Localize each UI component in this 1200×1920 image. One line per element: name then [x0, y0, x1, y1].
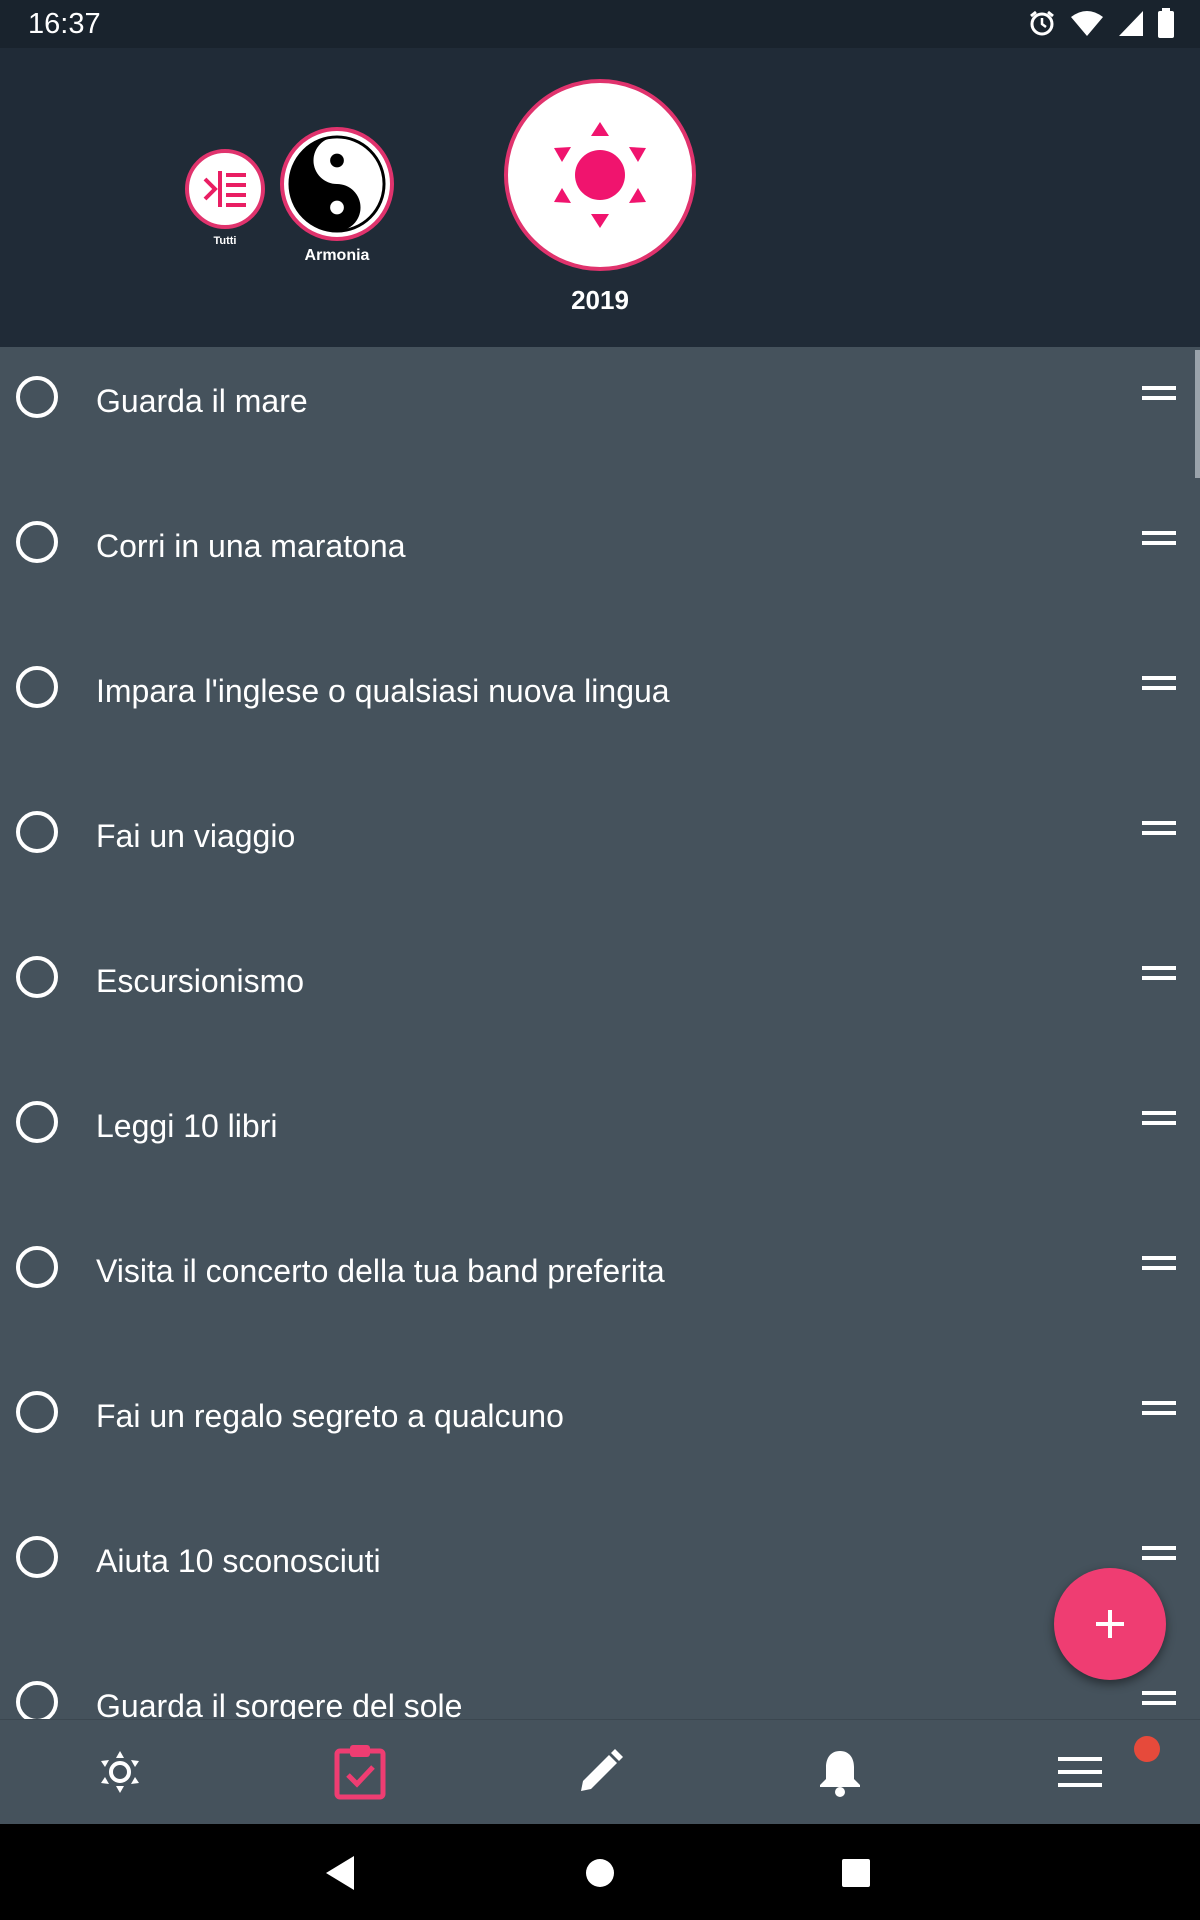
add-task-button[interactable] [1054, 1568, 1166, 1680]
nav-edit[interactable] [570, 1742, 630, 1802]
system-nav-bar [0, 1824, 1200, 1920]
task-list[interactable]: Guarda il mare Corri in una maratona Imp… [0, 347, 1200, 1719]
task-title: Fai un regalo segreto a qualcuno [96, 1398, 564, 1434]
task-row[interactable]: Guarda il sorgere del sole [0, 1652, 1200, 1719]
bell-icon [820, 1751, 860, 1797]
nav-reminders[interactable] [810, 1742, 870, 1802]
category-tutti-circle [185, 149, 265, 229]
battery-icon [1158, 8, 1174, 38]
task-row[interactable]: Aiuta 10 sconosciuti [0, 1507, 1200, 1652]
plus-icon [1096, 1610, 1124, 1638]
task-title: Aiuta 10 sconosciuti [96, 1543, 381, 1579]
task-title: Impara l'inglese o qualsiasi nuova lingu… [96, 673, 670, 709]
task-checkbox[interactable] [16, 376, 58, 418]
task-checkbox[interactable] [16, 666, 58, 708]
sun-icon [554, 122, 646, 228]
task-title: Escursionismo [96, 963, 305, 999]
drag-handle-icon[interactable] [1142, 966, 1176, 982]
task-checkbox[interactable] [16, 1246, 58, 1288]
task-row[interactable]: Visita il concerto della tua band prefer… [0, 1217, 1200, 1362]
nav-goals[interactable] [90, 1742, 150, 1802]
notification-badge [1134, 1736, 1160, 1762]
category-2019-label: 2019 [571, 285, 629, 315]
status-bar: 16:37 [0, 0, 1200, 48]
task-checkbox[interactable] [16, 1681, 58, 1719]
task-row[interactable]: Guarda il mare [0, 347, 1200, 492]
recents-icon[interactable] [842, 1859, 870, 1887]
task-title: Guarda il sorgere del sole [96, 1688, 463, 1719]
category-tutti[interactable]: Tutti [185, 149, 265, 247]
task-checkbox[interactable] [16, 811, 58, 853]
task-title: Visita il concerto della tua band prefer… [96, 1253, 665, 1289]
task-checkbox[interactable] [16, 1536, 58, 1578]
nav-tasks[interactable] [330, 1742, 390, 1802]
nav-menu[interactable] [1050, 1742, 1110, 1802]
task-row[interactable]: Fai un viaggio [0, 782, 1200, 927]
sun-gear-icon [101, 1751, 139, 1793]
drag-handle-icon[interactable] [1142, 821, 1176, 837]
task-title: Corri in una maratona [96, 528, 406, 564]
category-armonia-label: Armonia [304, 247, 370, 264]
drag-handle-icon[interactable] [1142, 1401, 1176, 1417]
back-icon[interactable] [326, 1856, 356, 1890]
wifi-icon [1071, 11, 1103, 36]
category-2019-circle [504, 79, 696, 271]
task-row[interactable]: Escursionismo [0, 927, 1200, 1072]
task-title: Fai un viaggio [96, 818, 296, 854]
task-row[interactable]: Corri in una maratona [0, 492, 1200, 637]
status-icons [1028, 8, 1174, 38]
pencil-icon [581, 1749, 623, 1791]
task-row[interactable]: Fai un regalo segreto a qualcuno [0, 1362, 1200, 1507]
task-checkbox[interactable] [16, 521, 58, 563]
home-icon[interactable] [585, 1858, 615, 1888]
task-checkbox[interactable] [16, 1391, 58, 1433]
drag-handle-icon[interactable] [1142, 1111, 1176, 1127]
bottom-nav [0, 1719, 1200, 1825]
task-checkbox[interactable] [16, 956, 58, 998]
alarm-icon [1030, 10, 1054, 36]
category-header: Tutti Armonia 2019 [0, 48, 1200, 347]
drag-handle-icon[interactable] [1142, 676, 1176, 692]
scrollbar[interactable] [1195, 350, 1200, 478]
drag-handle-icon[interactable] [1142, 1691, 1176, 1707]
yin-yang-icon [288, 135, 386, 233]
category-armonia-circle [280, 127, 394, 241]
signal-icon [1119, 11, 1143, 36]
task-checkbox[interactable] [16, 1101, 58, 1143]
category-tutti-label: Tutti [213, 235, 237, 247]
drag-handle-icon[interactable] [1142, 531, 1176, 547]
drag-handle-icon[interactable] [1142, 1546, 1176, 1562]
list-indent-icon [203, 171, 246, 207]
drag-handle-icon[interactable] [1142, 386, 1176, 402]
task-title: Leggi 10 libri [96, 1108, 278, 1144]
menu-icon [1058, 1757, 1102, 1787]
drag-handle-icon[interactable] [1142, 1256, 1176, 1272]
clipboard-check-icon [334, 1745, 386, 1800]
task-row[interactable]: Leggi 10 libri [0, 1072, 1200, 1217]
category-armonia[interactable]: Armonia [280, 127, 394, 265]
task-title: Guarda il mare [96, 383, 308, 419]
category-2019[interactable]: 2019 [504, 79, 696, 316]
status-time: 16:37 [28, 8, 101, 40]
task-row[interactable]: Impara l'inglese o qualsiasi nuova lingu… [0, 637, 1200, 782]
